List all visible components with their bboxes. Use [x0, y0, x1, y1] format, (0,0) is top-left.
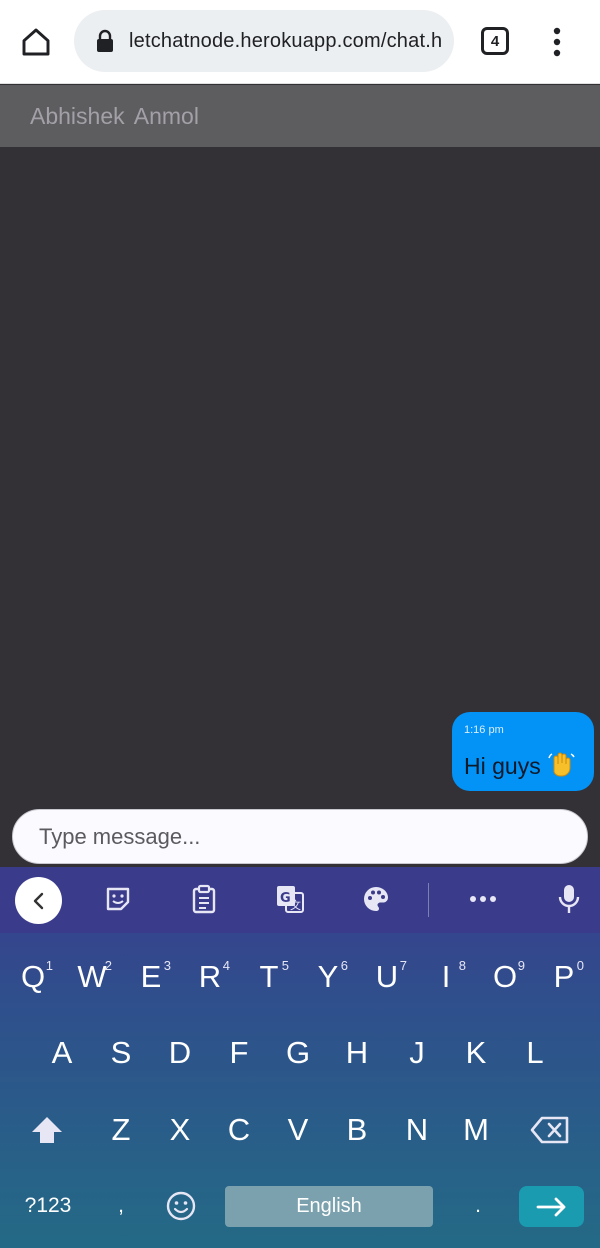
- key-x[interactable]: X: [151, 1097, 209, 1163]
- key-z[interactable]: Z: [92, 1097, 150, 1163]
- message-list[interactable]: 1:16 pm Hi guys: [0, 147, 600, 867]
- symbols-key[interactable]: ?123: [18, 1173, 78, 1239]
- keyboard-toolbar: G 文: [0, 867, 600, 933]
- key-i[interactable]: I8: [417, 944, 475, 1010]
- message-time: 1:16 pm: [464, 724, 504, 736]
- key-b[interactable]: B: [328, 1097, 386, 1163]
- key-p[interactable]: P0: [535, 944, 593, 1010]
- lock-icon: [97, 29, 113, 52]
- key-hint: 0: [576, 958, 584, 973]
- more-icon: [470, 896, 496, 902]
- emoji-key[interactable]: [152, 1173, 210, 1239]
- message-input[interactable]: [12, 809, 588, 864]
- key-label: T: [259, 959, 279, 994]
- backspace-key[interactable]: [521, 1097, 579, 1163]
- voice-input-button[interactable]: [551, 881, 587, 917]
- sticker-icon: [106, 887, 130, 911]
- comma-key[interactable]: ,: [92, 1173, 150, 1239]
- onscreen-keyboard: G 文 Q1 W2 E3 R4 T5 Y6 U 7 I 8 O 9 P 0 A …: [0, 867, 600, 1248]
- key-k[interactable]: K: [447, 1020, 505, 1086]
- waving-hand-icon: [547, 750, 575, 784]
- url-bar[interactable]: letchatnode.herokuapp.com/chat.h: [74, 10, 454, 72]
- key-q[interactable]: Q1: [4, 944, 62, 1010]
- key-hint: 1: [45, 958, 53, 973]
- backspace-icon: [530, 1116, 569, 1144]
- message-text-row: Hi guys: [464, 750, 575, 784]
- chat-header: Abhishek Anmol: [0, 85, 600, 147]
- theme-button[interactable]: [358, 881, 394, 917]
- key-hint: 8: [458, 958, 466, 973]
- key-y[interactable]: Y6: [299, 944, 357, 1010]
- chevron-left-icon: [33, 892, 43, 909]
- chat-participants: Abhishek Anmol: [30, 103, 199, 129]
- key-s[interactable]: S: [92, 1020, 150, 1086]
- key-label: Q: [20, 959, 46, 994]
- key-label: P: [553, 959, 575, 994]
- tab-count: 4: [481, 27, 509, 55]
- keyboard-back-button[interactable]: [15, 877, 62, 924]
- key-d[interactable]: D: [151, 1020, 209, 1086]
- enter-key[interactable]: [519, 1186, 584, 1227]
- key-hint: 3: [163, 958, 171, 973]
- more-vert-icon: [553, 27, 561, 57]
- translate-icon: G 文: [277, 886, 304, 913]
- browser-menu-button[interactable]: [542, 22, 572, 62]
- key-f[interactable]: F: [210, 1020, 268, 1086]
- key-label: I: [441, 959, 451, 994]
- sticker-button[interactable]: [100, 881, 136, 917]
- key-e[interactable]: E3: [122, 944, 180, 1010]
- key-hint: 7: [399, 958, 407, 973]
- key-h[interactable]: H: [328, 1020, 386, 1086]
- emoji-icon: [166, 1191, 196, 1221]
- message-text: Hi guys: [464, 753, 541, 779]
- svg-text:文: 文: [290, 898, 301, 912]
- browser-toolbar: letchatnode.herokuapp.com/chat.h 4: [0, 0, 600, 84]
- key-m[interactable]: M: [447, 1097, 505, 1163]
- key-l[interactable]: L: [506, 1020, 564, 1086]
- key-label: O: [492, 959, 518, 994]
- key-g[interactable]: G: [269, 1020, 327, 1086]
- key-c[interactable]: C: [210, 1097, 268, 1163]
- key-r[interactable]: R4: [181, 944, 239, 1010]
- clipboard-icon: [192, 884, 216, 914]
- period-key[interactable]: .: [449, 1173, 507, 1239]
- key-o[interactable]: O9: [476, 944, 534, 1010]
- key-hint: 5: [281, 958, 289, 973]
- space-key[interactable]: English: [225, 1186, 433, 1227]
- key-v[interactable]: V: [269, 1097, 327, 1163]
- more-options-button[interactable]: [465, 881, 501, 917]
- translate-button[interactable]: G 文: [272, 881, 308, 917]
- home-button[interactable]: [16, 22, 56, 62]
- key-label: R: [198, 959, 222, 994]
- key-w[interactable]: W2: [63, 944, 121, 1010]
- toolbar-divider: [428, 883, 429, 917]
- mic-icon: [558, 885, 580, 913]
- clipboard-button[interactable]: [186, 881, 222, 917]
- arrow-right-icon: [536, 1197, 565, 1216]
- key-j[interactable]: J: [388, 1020, 446, 1086]
- key-label: W: [77, 959, 107, 994]
- shift-key[interactable]: [18, 1097, 76, 1163]
- key-label: U: [375, 959, 399, 994]
- tab-switcher-button[interactable]: 4: [478, 24, 512, 58]
- key-hint: 4: [222, 958, 230, 973]
- key-u[interactable]: U7: [358, 944, 416, 1010]
- key-label: Y: [317, 959, 339, 994]
- key-t[interactable]: T5: [240, 944, 298, 1010]
- key-a[interactable]: A: [33, 1020, 91, 1086]
- key-hint: 2: [104, 958, 112, 973]
- shift-icon: [32, 1117, 62, 1143]
- key-n[interactable]: N: [388, 1097, 446, 1163]
- key-hint: 6: [340, 958, 348, 973]
- home-icon: [22, 28, 50, 56]
- url-text: letchatnode.herokuapp.com/chat.h: [129, 30, 443, 52]
- palette-icon: [364, 887, 389, 911]
- message-bubble: 1:16 pm Hi guys: [452, 712, 594, 791]
- key-label: E: [140, 959, 162, 994]
- key-hint: 9: [517, 958, 525, 973]
